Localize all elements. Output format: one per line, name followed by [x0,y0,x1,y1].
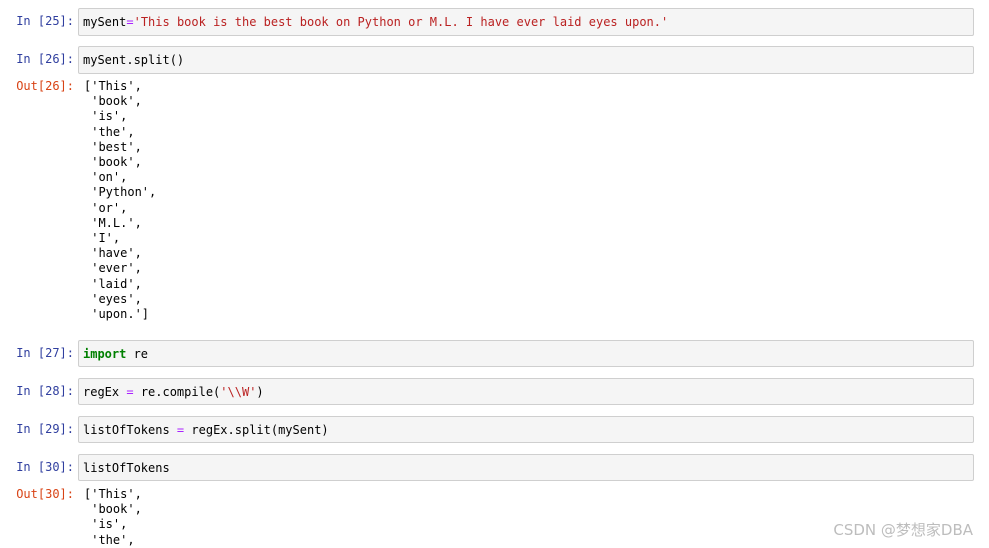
code-input[interactable]: import re [78,340,974,367]
input-prompt: In [25]: [16,14,74,28]
code-text: import re [83,347,149,361]
output-line: 'best', [84,139,142,154]
output-line: 'the', [84,124,135,139]
code-text: mySent.split() [83,53,185,67]
code-text: listOfTokens = regEx.split(mySent) [83,423,329,437]
output-line: 'have', [84,246,142,261]
output-line: 'is', [84,109,128,124]
output-line: 'or', [84,200,128,215]
input-prompt: In [30]: [16,460,74,474]
output-line: 'on', [84,170,128,185]
output-line: 'Python', [84,185,157,200]
code-input[interactable]: regEx = re.compile('\\W') [78,378,974,405]
output-prompt: Out[30]: [16,487,74,501]
output-line: 'ever', [84,261,142,276]
code-input[interactable]: mySent.split() [78,46,974,74]
code-input[interactable]: mySent='This book is the best book on Py… [78,8,974,36]
output-line: ['This', [84,79,142,93]
code-text: mySent='This book is the best book on Py… [83,15,669,29]
output-line: ['This', [84,487,142,501]
input-prompt: In [26]: [16,52,74,66]
cell-output: ['This', 'book', 'is', 'the', [84,487,142,548]
output-line: 'the', [84,532,135,547]
output-line: 'upon.'] [84,307,150,322]
cell-output: ['This', 'book', 'is', 'the', 'best', 'b… [84,79,156,322]
output-line: 'book', [84,502,142,517]
input-prompt: In [27]: [16,346,74,360]
output-line: 'is', [84,517,128,532]
watermark: CSDN @梦想家DBA [833,521,973,539]
output-line: 'I', [84,231,121,246]
output-line: 'eyes', [84,291,142,306]
input-prompt: In [28]: [16,384,74,398]
output-line: 'book', [84,94,142,109]
code-input[interactable]: listOfTokens [78,454,974,481]
code-input[interactable]: listOfTokens = regEx.split(mySent) [78,416,974,443]
output-line: 'laid', [84,276,142,291]
output-line: 'book', [84,155,142,170]
code-text: regEx = re.compile('\\W') [83,385,264,399]
output-line: 'M.L.', [84,215,142,230]
input-prompt: In [29]: [16,422,74,436]
code-text: listOfTokens [83,461,170,475]
output-prompt: Out[26]: [16,79,74,93]
